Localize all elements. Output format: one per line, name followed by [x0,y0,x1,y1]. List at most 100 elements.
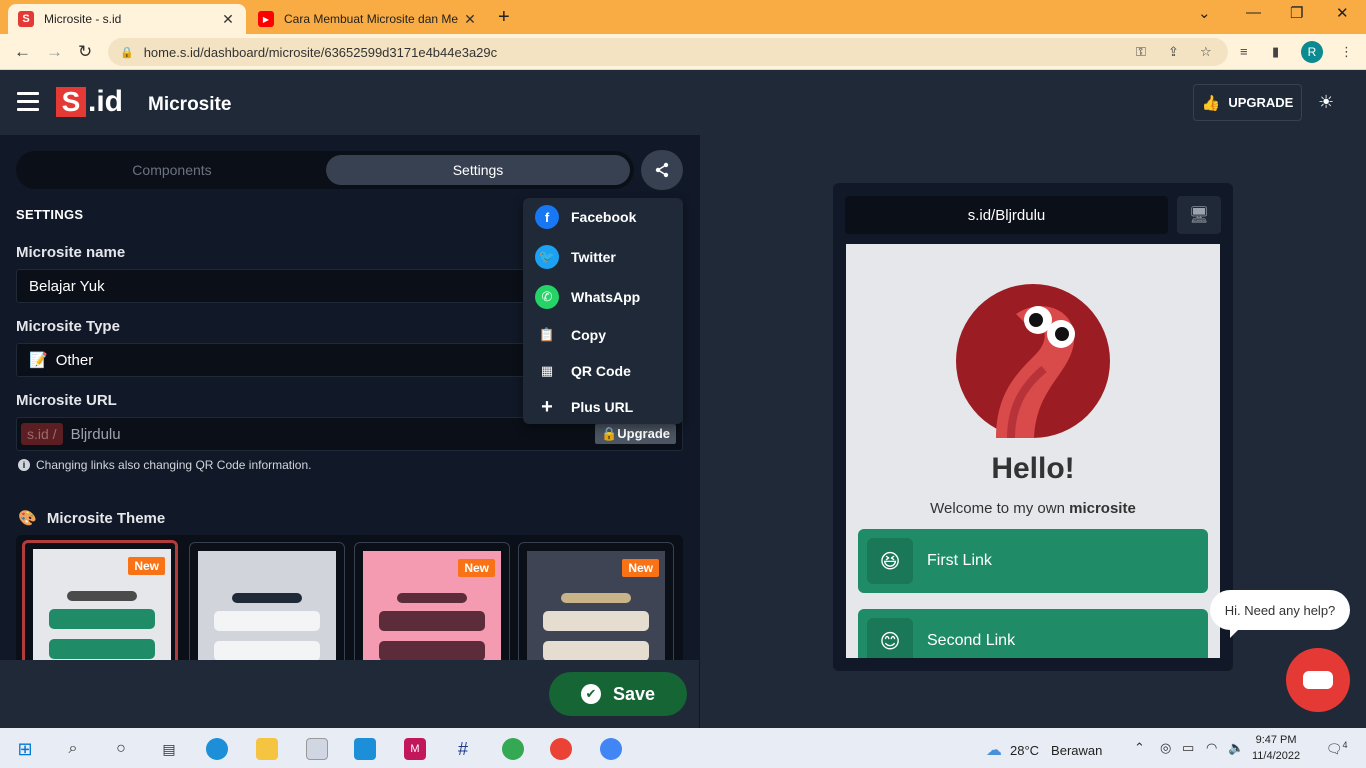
windows-start-icon[interactable]: ⊞ [14,738,36,760]
browser-tab-bar: S Microsite - s.id ✕ ▶ Cara Membuat Micr… [0,0,1366,34]
close-tab-icon[interactable]: ✕ [462,11,478,28]
share-menu: f Facebook 🐦 Twitter ✆ WhatsApp 📋 Copy ▦… [523,198,683,424]
profile-avatar[interactable]: R [1301,41,1323,63]
preview-url[interactable]: s.id/Bljrdulu [845,196,1168,234]
url-upgrade-button[interactable]: 🔒Upgrade [595,424,676,444]
lock-icon: 🔒 [120,46,134,59]
chat-icon [1303,671,1333,689]
qr-code-icon: ▦ [540,363,554,378]
weather-widget[interactable]: ☁ 28°C Berawan [986,740,1102,760]
tab-search-icon[interactable]: ⌄ [1198,4,1211,22]
share-copy[interactable]: 📋 Copy [535,323,606,347]
sid-favicon-icon: S [18,11,34,27]
mail-icon[interactable] [354,738,376,760]
chrome-active-icon[interactable] [600,738,622,760]
close-window-button[interactable]: ✕ [1336,4,1349,22]
tab-settings[interactable]: Settings [326,155,630,185]
sid-logo[interactable]: S .id [56,85,123,118]
mendeley-icon[interactable]: M [404,738,426,760]
new-badge: New [458,559,495,577]
url-label: Microsite URL [16,392,117,409]
theme-card[interactable]: New [518,542,674,660]
tab-components[interactable]: Components [20,155,324,185]
chevron-up-icon[interactable]: ⌃ [1134,740,1145,756]
preview-link-second[interactable]: 😊 Second Link [858,609,1208,658]
preview-heading: Hello! [991,452,1075,485]
laughing-face-icon: 😆 [867,538,913,584]
new-tab-button[interactable]: + [498,6,510,29]
close-tab-icon[interactable]: ✕ [220,11,236,28]
url-text: home.s.id/dashboard/microsite/63652599d3… [143,44,498,60]
back-icon[interactable]: ← [14,42,31,62]
help-bubble-tail [1230,628,1240,638]
bookmark-star-icon[interactable]: ☆ [1200,44,1212,60]
smiling-face-icon: 😊 [867,618,913,658]
clock[interactable]: 9:47 PM 11/4/2022 [1252,732,1300,764]
chat-launcher-button[interactable] [1286,648,1350,712]
avatar [956,284,1110,438]
chrome-icon[interactable] [502,738,524,760]
type-label: Microsite Type [16,318,120,335]
hamburger-menu-icon[interactable] [17,92,39,111]
menu-dots-icon[interactable]: ⋮ [1340,44,1353,60]
desktop-view-icon[interactable]: 🖥 [1177,196,1221,234]
side-panel-icon[interactable]: ▮ [1272,44,1279,60]
url-bar[interactable]: 🔒 home.s.id/dashboard/microsite/63652599… [108,38,1228,66]
preview-welcome: Welcome to my own microsite [930,500,1136,517]
check-icon: ✔ [580,684,601,704]
task-view-icon[interactable]: ▤ [158,738,180,760]
tab-youtube[interactable]: ▶ Cara Membuat Microsite dan Me ✕ [250,4,486,34]
minimize-button[interactable]: — [1246,4,1261,21]
help-bubble[interactable]: Hi. Need any help? [1210,590,1350,630]
info-icon: i [18,459,30,471]
meet-icon[interactable]: ◎ [1160,740,1171,756]
share-whatsapp[interactable]: ✆ WhatsApp [535,285,640,309]
theme-card[interactable] [189,542,345,660]
store-icon[interactable] [306,738,328,760]
share-facebook[interactable]: f Facebook [535,205,636,229]
wifi-icon[interactable]: ◠ [1206,740,1217,756]
new-badge: New [128,557,165,575]
battery-icon[interactable]: ▭ [1182,740,1194,756]
share-button[interactable] [641,150,683,190]
theme-card[interactable]: New [22,540,178,660]
search-icon[interactable]: ⌕ [62,738,84,760]
tab-title: Microsite - s.id [44,12,122,26]
theme-card[interactable]: New [354,542,510,660]
reading-list-icon[interactable]: ≡ [1240,44,1248,59]
section-title: SETTINGS [16,207,84,222]
maximize-button[interactable]: ❐ [1290,4,1303,22]
preview-link-first[interactable]: 😆 First Link [858,529,1208,593]
app-header: S .id Microsite 👍 UPGRADE ☀ [0,70,1366,135]
share-page-icon[interactable]: ⇪ [1168,44,1179,60]
cortana-icon[interactable]: ○ [110,738,132,760]
forward-icon[interactable]: → [46,42,63,62]
page-title: Microsite [148,94,232,115]
save-button[interactable]: ✔ Save [549,672,687,716]
youtube-favicon-icon: ▶ [258,11,274,27]
sun-icon[interactable]: ☀ [1318,92,1334,113]
share-twitter[interactable]: 🐦 Twitter [535,245,616,269]
panel-tabs: Components Settings [16,151,634,189]
reload-icon[interactable]: ↻ [78,42,92,62]
theme-list: New New New [16,535,683,660]
thumbs-up-icon: 👍 [1201,94,1221,112]
app-hash-icon[interactable]: # [452,738,474,760]
theme-title: 🎨 Microsite Theme [18,510,166,527]
share-qr-code[interactable]: ▦ QR Code [535,359,631,383]
palette-icon: 🎨 [18,510,37,527]
facebook-icon: f [535,205,559,229]
share-icon [655,162,669,178]
volume-icon[interactable]: 🔈 [1228,740,1244,756]
notification-icon[interactable]: 🗨4 [1326,740,1348,757]
edge-icon[interactable] [206,738,228,760]
twitter-icon: 🐦 [535,245,559,269]
share-plus-url[interactable]: + Plus URL [535,395,633,419]
url-prefix: s.id / [21,423,63,445]
tab-microsite[interactable]: S Microsite - s.id ✕ [8,4,246,34]
file-explorer-icon[interactable] [256,738,278,760]
copy-icon: 📋 [538,327,556,342]
upgrade-button[interactable]: 👍 UPGRADE [1193,84,1302,121]
key-icon[interactable]: ⚿ [1136,44,1146,60]
chrome-profile-icon[interactable] [550,738,572,760]
